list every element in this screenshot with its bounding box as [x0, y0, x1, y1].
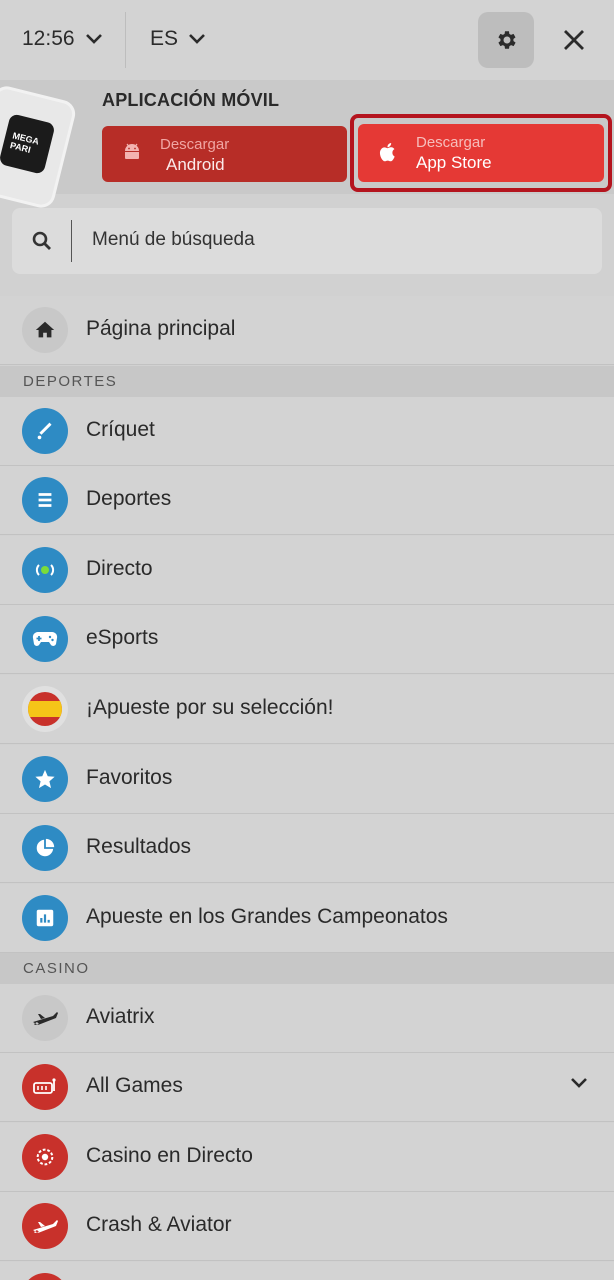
menu-item-results[interactable]: Resultados	[0, 814, 614, 883]
partial-icon	[22, 1273, 68, 1280]
menu-item-label: ¡Apueste por su selección!	[86, 696, 334, 719]
menu-item-label: Directo	[86, 557, 153, 580]
search-placeholder: Menú de búsqueda	[92, 229, 255, 250]
menu-item-label: Deportes	[86, 487, 172, 510]
menu-item-label: Aviatrix	[86, 1005, 155, 1028]
bar-chart-icon	[22, 895, 68, 941]
download-app-store-button[interactable]: Descargar App Store	[358, 124, 604, 182]
chevron-down-icon	[85, 34, 102, 44]
slot-machine-icon	[22, 1064, 68, 1110]
banner-title: APLICACIÓN MÓVIL	[102, 90, 280, 110]
language-selector[interactable]: ES	[150, 22, 206, 56]
menu-item-crash-aviator[interactable]: Crash & Aviator	[0, 1192, 614, 1261]
menu-item-home[interactable]: Página principal	[0, 296, 614, 365]
menu-item-label: All Games	[86, 1074, 183, 1097]
gamepad-icon	[22, 616, 68, 662]
app-store-button-text: Descargar App Store	[416, 133, 492, 173]
pie-chart-icon	[22, 825, 68, 871]
menu-item-championships[interactable]: Apueste en los Grandes Campeonatos	[0, 884, 614, 953]
cricket-icon	[22, 408, 68, 454]
android-icon	[125, 143, 139, 159]
apple-icon	[379, 143, 395, 162]
topbar-divider	[125, 12, 126, 68]
language-value: ES	[150, 27, 179, 50]
search-divider	[71, 220, 72, 262]
menu-item-label: Apueste en los Grandes Campeonatos	[86, 905, 448, 928]
sports-list-icon	[22, 477, 68, 523]
menu-item-label: Favoritos	[86, 766, 173, 789]
app-store-big-label: App Store	[416, 153, 492, 172]
live-icon	[22, 547, 68, 593]
menu-item-bet-selection[interactable]: ¡Apueste por su selección!	[0, 675, 614, 744]
menu-item-label: Resultados	[86, 835, 192, 858]
menu-item-live[interactable]: Directo	[0, 536, 614, 605]
menu-item-label: eSports	[86, 626, 159, 649]
star-icon	[22, 756, 68, 802]
plane-icon	[22, 995, 68, 1041]
spain-flag-icon	[22, 686, 68, 732]
chevron-down-icon	[189, 34, 205, 44]
chip-icon	[22, 1134, 68, 1180]
menu-item-all-games[interactable]: All Games	[0, 1053, 614, 1122]
menu-item-cricket[interactable]: Críquet	[0, 397, 614, 466]
time-selector[interactable]: 12:56	[22, 22, 103, 56]
android-small-label: Descargar	[160, 136, 230, 153]
menu-item-label: Crash & Aviator	[86, 1213, 232, 1236]
android-button-text: Descargar Android	[160, 135, 229, 175]
menu-item-favorites[interactable]: Favoritos	[0, 745, 614, 814]
download-android-button[interactable]: Descargar Android	[102, 126, 347, 182]
section-header-casino: CASINO	[0, 953, 614, 984]
menu-item-esports[interactable]: eSports	[0, 605, 614, 674]
time-value: 12:56	[22, 27, 75, 50]
chevron-down-icon[interactable]	[570, 1077, 588, 1089]
home-icon	[22, 307, 68, 353]
search-icon	[32, 231, 51, 250]
app-store-small-label: Descargar	[416, 134, 486, 151]
section-header-sports: DEPORTES	[0, 366, 614, 397]
menu-item-label: Críquet	[86, 418, 155, 441]
top-bar: 12:56 ES	[0, 0, 614, 80]
close-icon	[564, 30, 584, 50]
plane-icon	[22, 1203, 68, 1249]
search-input[interactable]: Menú de búsqueda	[12, 208, 602, 274]
settings-button[interactable]	[478, 12, 534, 68]
menu-item-label: Página principal	[86, 317, 236, 340]
menu-item-label: Casino en Directo	[86, 1144, 253, 1167]
menu-item-sports[interactable]: Deportes	[0, 466, 614, 535]
android-big-label: Android	[166, 155, 225, 174]
close-button[interactable]	[552, 18, 596, 62]
menu-item-live-casino[interactable]: Casino en Directo	[0, 1123, 614, 1192]
menu-item-partial[interactable]	[0, 1262, 614, 1280]
menu-item-aviatrix[interactable]: Aviatrix	[0, 984, 614, 1053]
gear-icon	[498, 31, 516, 49]
